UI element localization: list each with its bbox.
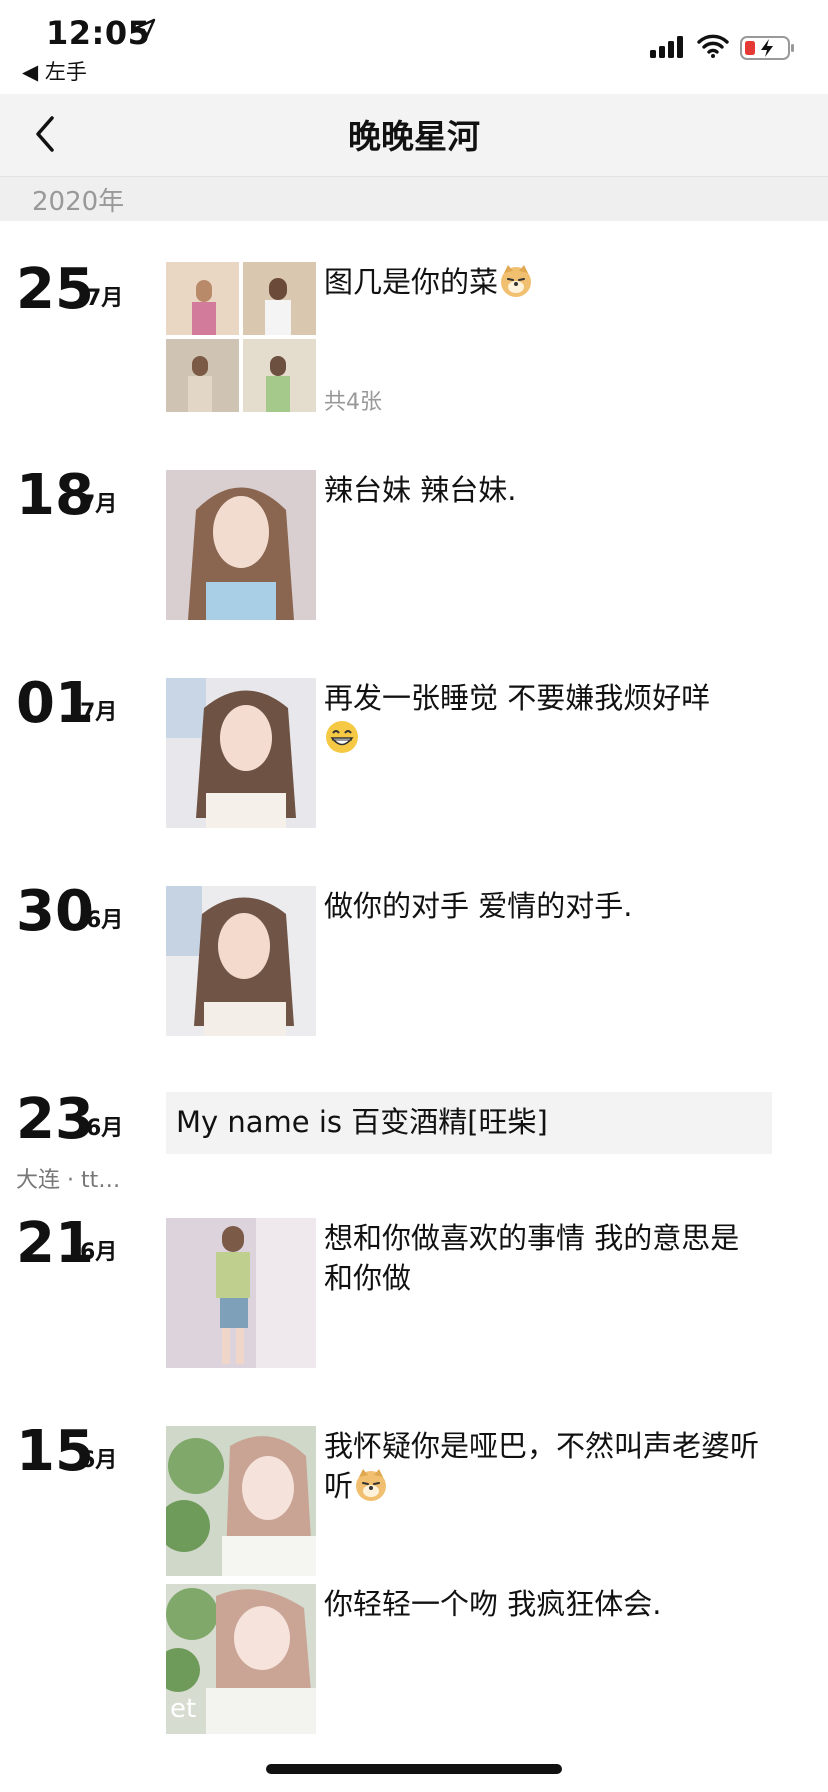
- photo-thumbnail[interactable]: [166, 1426, 316, 1576]
- photo-count: 共4张: [324, 390, 382, 415]
- photo-thumbnail[interactable]: [166, 886, 316, 1036]
- post-location: 大连 · tt…: [16, 1168, 121, 1193]
- post-text: 辣台妹 辣台妹.: [324, 473, 517, 507]
- thumbnail-caption: et: [170, 1694, 197, 1724]
- post-month: 7月: [86, 286, 124, 311]
- year-section-header: [0, 176, 828, 221]
- post-text: 再发一张睡觉 不要嫌我烦好咩: [324, 678, 764, 758]
- wifi-icon: [697, 34, 729, 58]
- post-month: 6月: [80, 1448, 118, 1473]
- battery-low-charging-icon: [740, 36, 794, 60]
- page-title: 晚晚星河: [348, 117, 480, 156]
- photo-thumbnail[interactable]: et: [166, 1584, 316, 1734]
- post-text: 做你的对手 爱情的对手.: [324, 889, 633, 923]
- photo-thumbnail[interactable]: [166, 678, 316, 828]
- post-month: 6月: [80, 1240, 118, 1265]
- location-arrow-icon: [134, 18, 156, 40]
- cellular-signal-icon: [650, 36, 683, 58]
- post-day: 30: [16, 879, 94, 944]
- post-month: 7月: [80, 492, 118, 517]
- back-to-app-link[interactable]: ◀ 左手: [22, 56, 87, 86]
- post-day: 25: [16, 257, 94, 322]
- photo-grid-thumbnail[interactable]: [166, 262, 316, 412]
- doge-face-icon: [356, 1469, 387, 1501]
- post-text: 我怀疑你是哑巴，不然叫声老婆听听: [324, 1429, 760, 1503]
- post-text: 图几是你的菜: [324, 262, 764, 302]
- post-text: 想和你做喜欢的事情 我的意思是 和你做: [324, 1221, 740, 1295]
- post-month: 6月: [86, 1116, 124, 1141]
- post-month: 7月: [80, 700, 118, 725]
- photo-thumbnail[interactable]: [166, 1218, 316, 1368]
- doge-face-icon: [501, 265, 532, 297]
- grin-face-icon: [326, 721, 358, 753]
- post-day: 23: [16, 1087, 94, 1152]
- post-text-secondary: 你轻轻一个吻 我疯狂体会.: [324, 1587, 662, 1621]
- post-month: 6月: [86, 908, 124, 933]
- home-indicator[interactable]: [266, 1764, 562, 1774]
- year-label: 2020年: [32, 187, 125, 217]
- photo-thumbnail[interactable]: [166, 470, 316, 620]
- post-text: My name is 百变酒精[旺柴]: [176, 1105, 548, 1139]
